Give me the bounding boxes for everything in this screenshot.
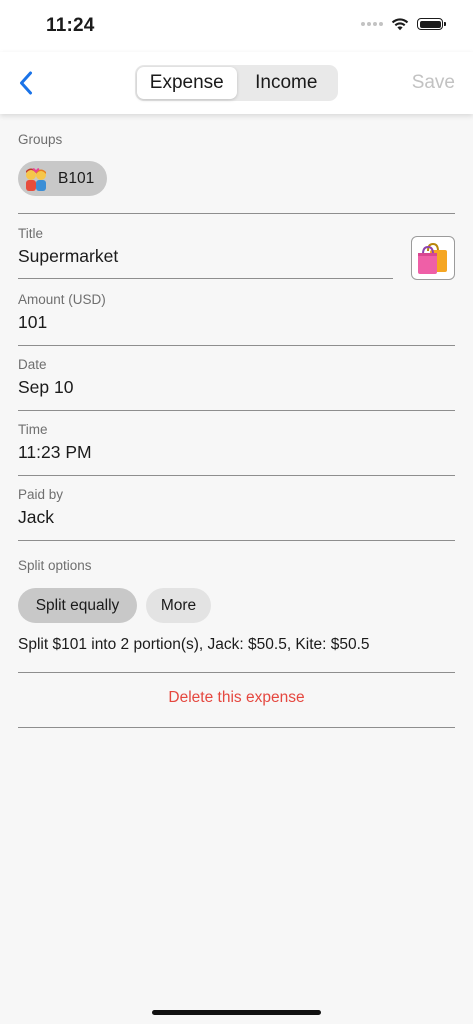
split-equally-button[interactable]: Split equally [18,588,137,623]
back-button[interactable] [12,66,40,100]
paid-by-label: Paid by [18,487,64,502]
chevron-left-icon [20,71,32,95]
status-time: 11:24 [46,15,95,36]
divider [18,475,455,476]
category-icon-button[interactable] [411,236,455,280]
cellular-signal-icon [361,22,383,26]
status-bar: 11:24 [0,0,473,52]
expense-income-segmented-control: Expense Income [135,65,338,101]
paid-by-field[interactable]: Jack [18,507,54,528]
divider [18,213,455,214]
amount-input[interactable]: 101 [18,312,47,333]
wifi-icon [391,18,409,31]
tab-expense[interactable]: Expense [137,67,237,99]
status-icons [361,17,446,31]
group-chip-label: B101 [58,169,95,187]
date-field[interactable]: Sep 10 [18,377,73,398]
couple-emoji-icon [22,165,50,193]
shopping-bags-icon [418,242,447,274]
battery-icon [417,18,446,30]
divider [18,345,455,346]
title-label: Title [18,226,44,241]
title-underline [18,278,393,279]
more-split-button[interactable]: More [146,588,211,623]
home-indicator [152,1010,321,1015]
delete-expense-button[interactable]: Delete this expense [18,689,455,707]
date-label: Date [18,357,47,372]
time-field[interactable]: 11:23 PM [18,442,92,463]
tab-income[interactable]: Income [237,67,337,99]
nav-bar: Expense Income Save [0,52,473,114]
groups-label: Groups [18,132,63,147]
divider [18,727,455,728]
divider [18,410,455,411]
save-button[interactable]: Save [412,72,455,94]
title-input[interactable]: Supermarket [18,246,118,267]
split-summary: Split $101 into 2 portion(s), Jack: $50.… [18,636,370,653]
amount-label: Amount (USD) [18,292,106,307]
group-chip[interactable]: B101 [18,161,108,196]
split-options-label: Split options [18,558,92,573]
divider [18,540,455,541]
divider [18,672,455,673]
time-label: Time [18,422,48,437]
